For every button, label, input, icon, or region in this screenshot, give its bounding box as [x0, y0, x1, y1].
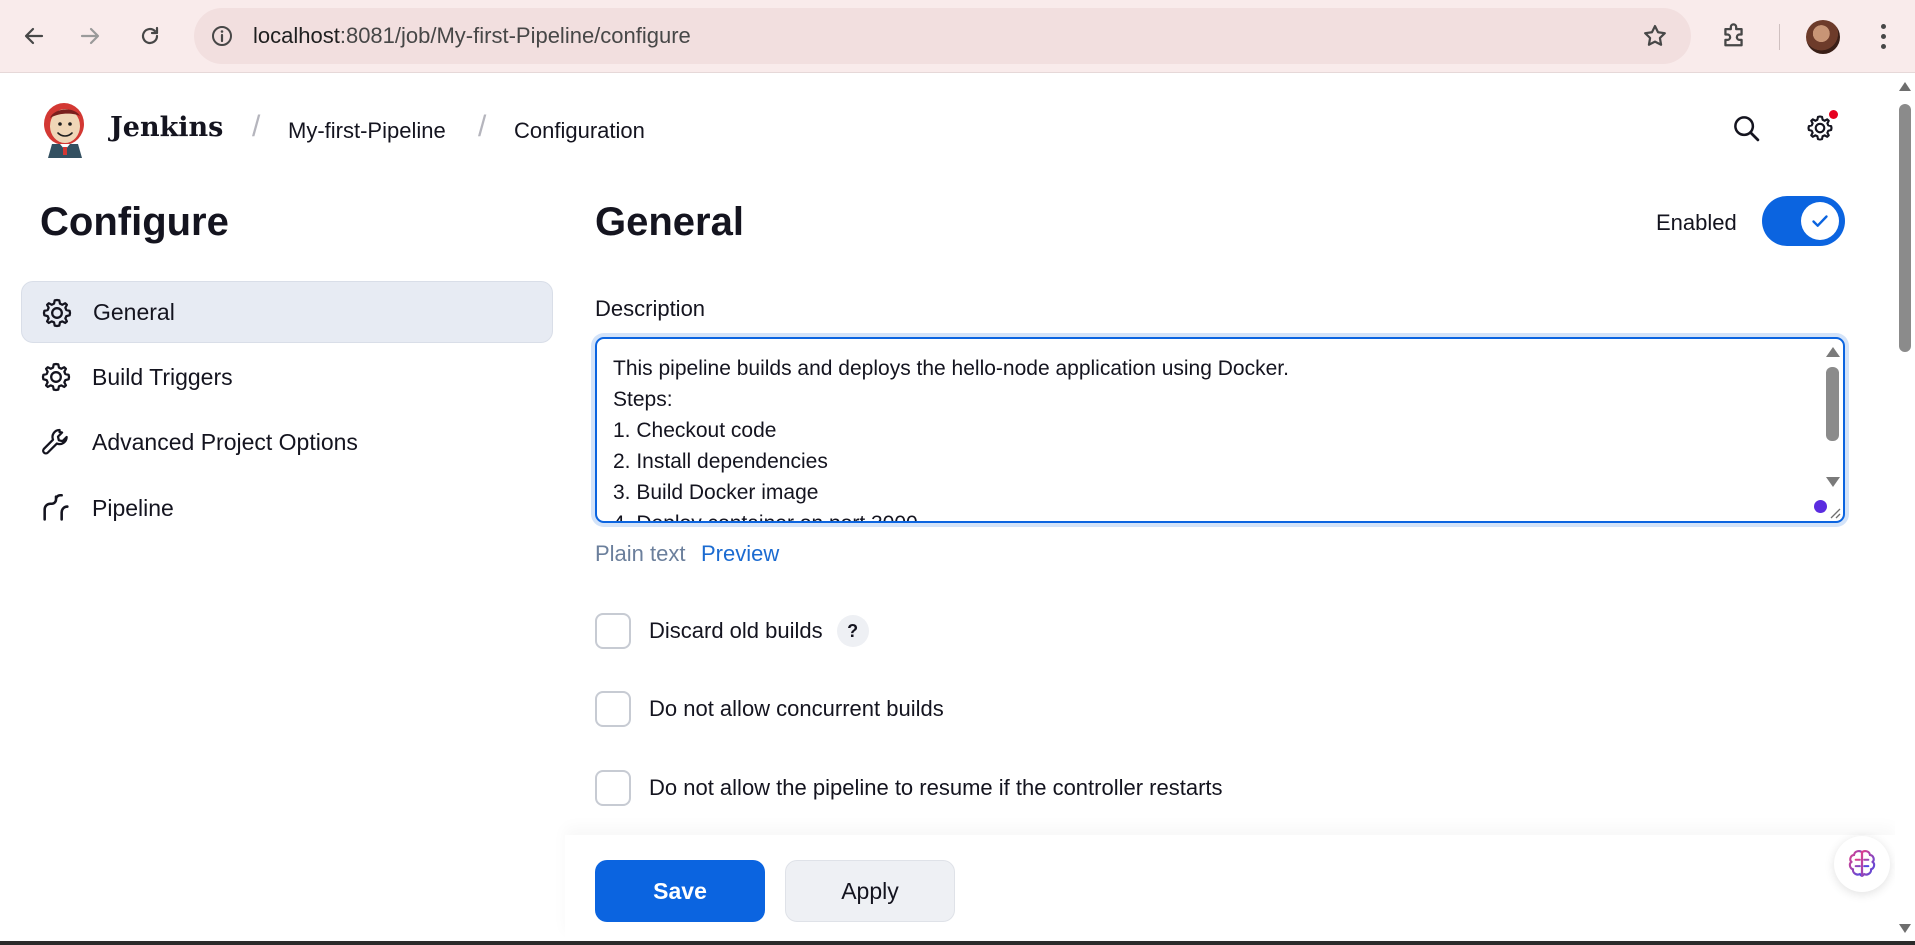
browser-toolbar: localhost:8081/job/My-first-Pipeline/con…: [0, 0, 1915, 73]
jenkins-header: Jenkins / My-first-Pipeline / Configurat…: [0, 74, 1895, 184]
option-discard-old-builds[interactable]: Discard old builds ?: [595, 612, 869, 650]
scroll-up-arrow-icon[interactable]: [1826, 347, 1840, 357]
gear-icon: [39, 360, 73, 394]
description-textarea[interactable]: This pipeline builds and deploys the hel…: [595, 337, 1845, 523]
sidebar-item-pipeline[interactable]: Pipeline: [21, 477, 553, 539]
sidebar-item-label: Build Triggers: [92, 363, 233, 390]
search-icon[interactable]: [1728, 110, 1764, 146]
checkbox[interactable]: [595, 613, 631, 649]
reload-icon[interactable]: [132, 18, 168, 54]
jenkins-logo-icon[interactable]: [40, 100, 88, 158]
extensions-puzzle-icon[interactable]: [1716, 17, 1754, 55]
scroll-down-arrow-icon[interactable]: [1826, 477, 1840, 487]
manage-jenkins-gear-icon[interactable]: [1802, 110, 1838, 146]
sidebar-item-build-triggers[interactable]: Build Triggers: [21, 346, 553, 408]
tab-plain-text[interactable]: Plain text: [595, 541, 686, 567]
resize-grip-icon[interactable]: [1827, 505, 1841, 519]
enabled-label: Enabled: [1656, 210, 1737, 235]
back-icon[interactable]: [16, 18, 52, 54]
option-label: Do not allow concurrent builds: [649, 696, 944, 721]
sidebar-item-label: Pipeline: [92, 494, 174, 521]
site-info-icon[interactable]: [208, 22, 236, 50]
sidebar-item-general[interactable]: General: [21, 281, 553, 343]
description-text: This pipeline builds and deploys the hel…: [613, 357, 1289, 521]
section-title-general: General: [595, 200, 744, 244]
page-scrollbar[interactable]: [1895, 74, 1915, 945]
browser-menu-icon[interactable]: [1868, 18, 1898, 54]
gear-icon: [40, 296, 74, 330]
window-bottom-edge: [0, 941, 1915, 945]
ai-assistant-brain-icon[interactable]: [1834, 836, 1890, 892]
breadcrumb-separator: /: [478, 110, 487, 143]
checkbox[interactable]: [595, 691, 631, 727]
url-text: localhost:8081/job/My-first-Pipeline/con…: [253, 22, 691, 50]
option-label: Do not allow the pipeline to resume if t…: [649, 775, 1223, 800]
toolbar-divider: [1779, 24, 1780, 50]
breadcrumb-configuration[interactable]: Configuration: [514, 118, 645, 144]
scroll-down-arrow-icon[interactable]: [1899, 924, 1911, 933]
option-no-concurrent-builds[interactable]: Do not allow concurrent builds: [595, 690, 944, 728]
option-label: Discard old builds: [649, 618, 823, 643]
save-button[interactable]: Save: [595, 860, 765, 922]
configure-title: Configure: [40, 200, 229, 244]
enabled-toggle[interactable]: [1762, 196, 1845, 246]
checkmark-icon: [1801, 202, 1839, 240]
help-icon[interactable]: ?: [836, 615, 869, 647]
sidebar-item-advanced-project-options[interactable]: Advanced Project Options: [21, 411, 553, 473]
breadcrumb-job[interactable]: My-first-Pipeline: [288, 118, 446, 144]
url-path: :8081/job/My-first-Pipeline/configure: [339, 23, 691, 48]
breadcrumb-separator: /: [252, 110, 261, 143]
scroll-thumb[interactable]: [1899, 104, 1911, 352]
pipeline-icon: [39, 491, 73, 525]
checkbox[interactable]: [595, 770, 631, 806]
tab-preview[interactable]: Preview: [701, 541, 779, 567]
address-bar[interactable]: localhost:8081/job/My-first-Pipeline/con…: [194, 8, 1691, 64]
apply-button[interactable]: Apply: [785, 860, 955, 922]
description-label: Description: [595, 296, 706, 321]
sidebar-item-label: General: [93, 298, 175, 325]
scroll-thumb[interactable]: [1826, 367, 1839, 441]
wrench-icon: [39, 425, 73, 459]
option-no-resume-on-restart[interactable]: Do not allow the pipeline to resume if t…: [595, 769, 1223, 807]
forward-icon[interactable]: [72, 18, 108, 54]
profile-avatar[interactable]: [1806, 20, 1840, 54]
scroll-up-arrow-icon[interactable]: [1899, 82, 1911, 91]
notification-dot: [1829, 110, 1838, 119]
bookmark-star-icon[interactable]: [1641, 22, 1669, 50]
url-host: localhost: [253, 23, 340, 48]
textarea-scrollbar[interactable]: [1821, 339, 1843, 521]
writing-assistant-dot-icon[interactable]: [1814, 500, 1827, 513]
jenkins-brand[interactable]: Jenkins: [110, 112, 223, 143]
sidebar-item-label: Advanced Project Options: [92, 428, 358, 455]
